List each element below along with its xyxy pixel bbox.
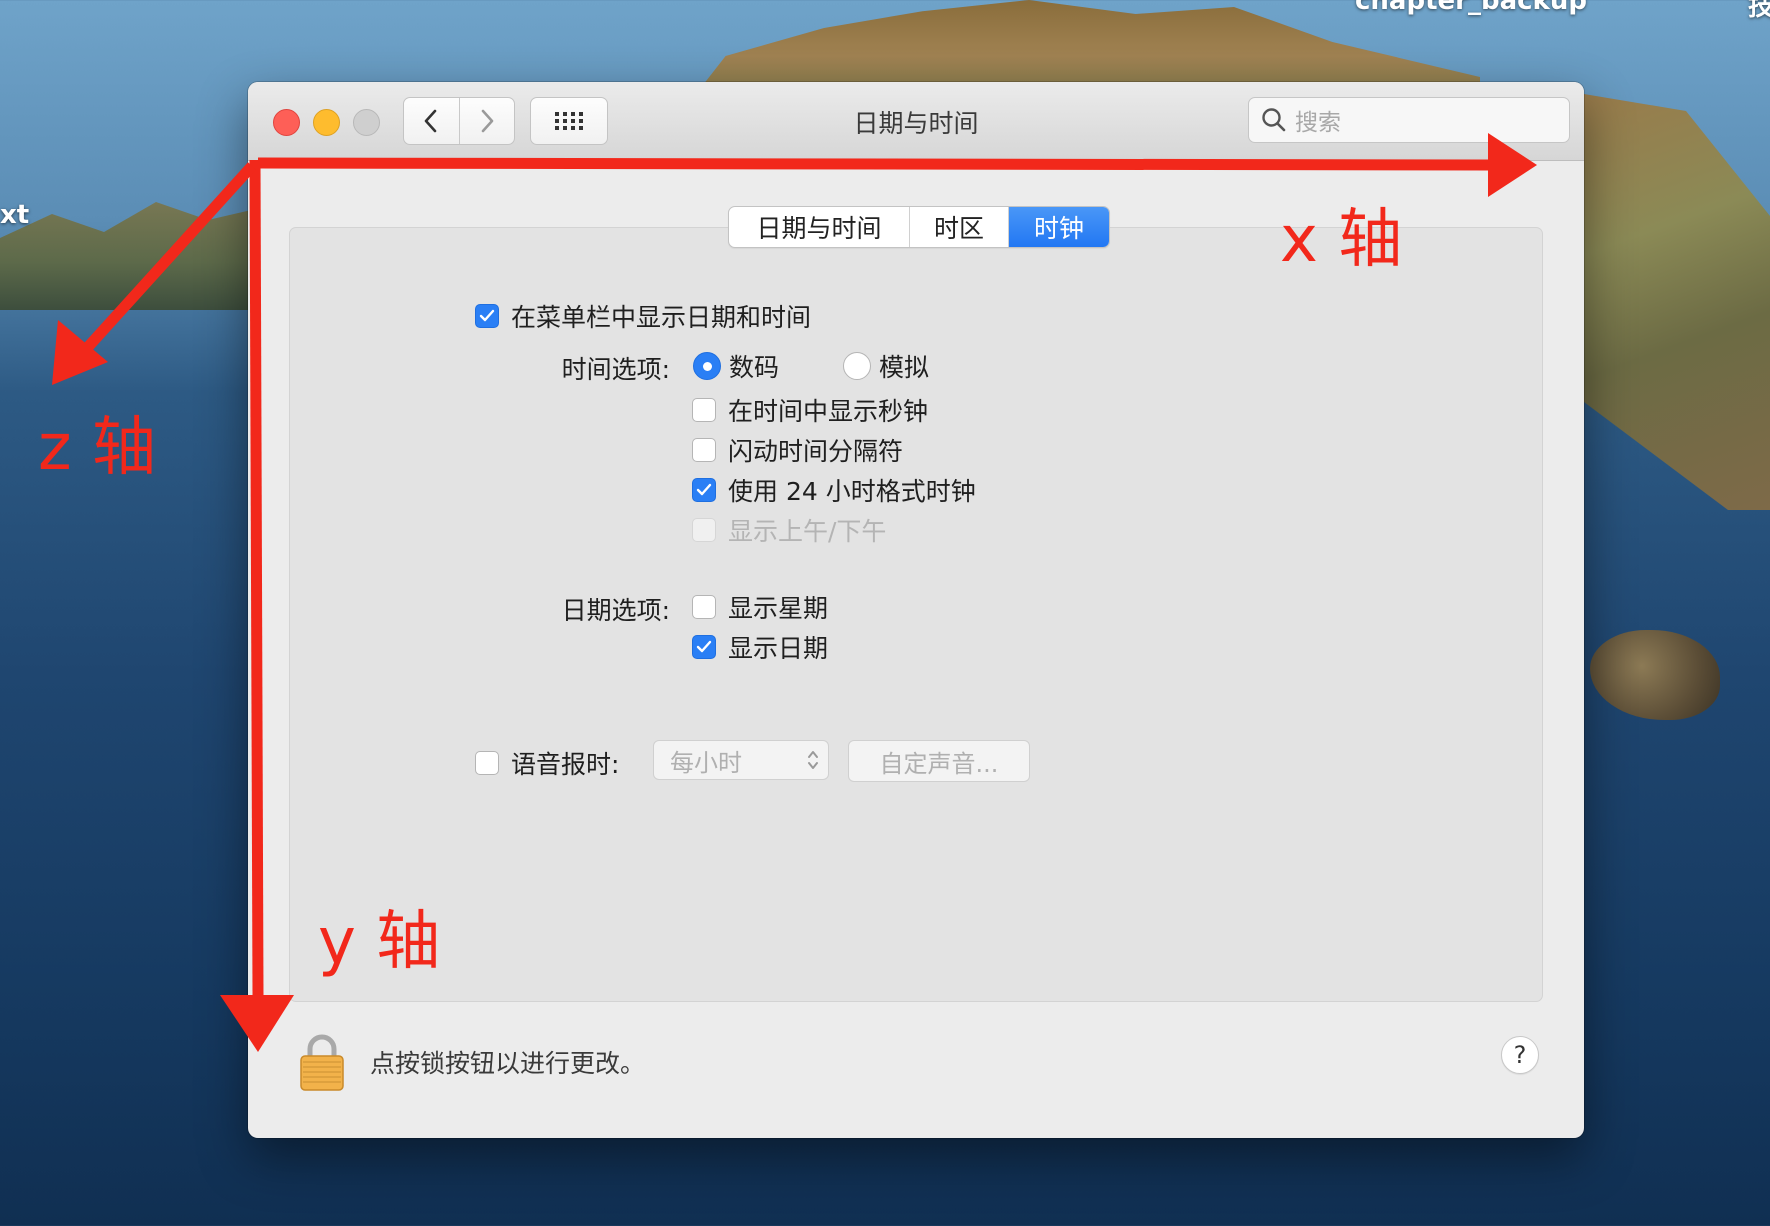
announce-interval-value: 每小时 <box>670 748 742 777</box>
settings-panel <box>289 227 1543 1002</box>
checkmark-icon <box>696 640 712 653</box>
time-options-label: 时间选项: <box>561 355 670 384</box>
chevron-updown-icon <box>808 751 818 769</box>
show-in-menubar-row[interactable]: 在菜单栏中显示日期和时间 <box>475 298 811 334</box>
help-button[interactable]: ? <box>1501 1036 1539 1074</box>
analog-radio[interactable] <box>843 352 871 380</box>
desktop-rock <box>1590 630 1720 720</box>
show-date-row[interactable]: 显示日期 <box>692 629 828 665</box>
analog-label: 模拟 <box>879 353 930 382</box>
lock-icon <box>300 1034 344 1091</box>
show-date-checkbox[interactable] <box>692 635 716 659</box>
show-ampm-row: 显示上午/下午 <box>692 512 886 548</box>
show-weekday-label: 显示星期 <box>728 594 829 623</box>
flash-separators-row[interactable]: 闪动时间分隔符 <box>692 432 903 468</box>
z-axis-arrowhead <box>52 320 108 385</box>
show-ampm-label: 显示上午/下午 <box>728 517 887 546</box>
show-seconds-checkbox[interactable] <box>692 398 716 422</box>
show-date-label: 显示日期 <box>728 634 829 663</box>
search-icon <box>1262 108 1286 132</box>
show-seconds-label: 在时间中显示秒钟 <box>728 397 929 426</box>
desktop-hill <box>0 202 260 310</box>
announce-checkbox[interactable] <box>475 751 499 775</box>
show-ampm-checkbox <box>692 518 716 542</box>
show-weekday-row[interactable]: 显示星期 <box>692 589 828 625</box>
tab-time-zone[interactable]: 时区 <box>910 207 1009 247</box>
show-weekday-checkbox[interactable] <box>692 595 716 619</box>
checkmark-icon <box>479 309 495 322</box>
y-axis-label: y 轴 <box>318 905 441 979</box>
show-in-menubar-label: 在菜单栏中显示日期和时间 <box>511 303 812 332</box>
search-field[interactable]: 搜索 <box>1248 97 1570 143</box>
tab-date-time[interactable]: 日期与时间 <box>729 207 910 247</box>
desktop-icon-label[interactable]: 技 <box>1748 0 1770 23</box>
custom-voice-button: 自定声音... <box>848 740 1030 782</box>
z-axis-label: z 轴 <box>38 411 156 485</box>
x-axis-label: x 轴 <box>1280 203 1403 277</box>
date-options-label: 日期选项: <box>561 596 670 625</box>
desktop-icon-label[interactable]: chapter_backup <box>1355 0 1587 16</box>
lock-hint-text: 点按锁按钮以进行更改。 <box>370 1049 646 1078</box>
desktop-icon-label[interactable]: xt <box>0 200 29 230</box>
desktop-cliff <box>1560 90 1770 510</box>
flash-separators-label: 闪动时间分隔符 <box>728 437 904 466</box>
digital-radio[interactable] <box>693 352 721 380</box>
use-24h-row[interactable]: 使用 24 小时格式时钟 <box>692 472 976 508</box>
announce-label: 语音报时: <box>511 750 620 779</box>
analog-radio-row[interactable]: 模拟 <box>843 348 929 384</box>
flash-separators-checkbox[interactable] <box>692 438 716 462</box>
announce-interval-select: 每小时 <box>653 740 829 780</box>
use-24h-checkbox[interactable] <box>692 478 716 502</box>
checkmark-icon <box>696 483 712 496</box>
tab-bar: 日期与时间 时区 时钟 <box>728 206 1110 248</box>
announce-row[interactable]: 语音报时: <box>475 745 619 781</box>
show-seconds-row[interactable]: 在时间中显示秒钟 <box>692 392 928 428</box>
show-in-menubar-checkbox[interactable] <box>475 304 499 328</box>
use-24h-label: 使用 24 小时格式时钟 <box>728 477 976 506</box>
digital-radio-row[interactable]: 数码 <box>693 348 779 384</box>
tab-clock[interactable]: 时钟 <box>1009 207 1109 247</box>
digital-label: 数码 <box>729 353 780 382</box>
lock-button[interactable] <box>298 1032 346 1096</box>
titlebar: 日期与时间 搜索 <box>248 82 1584 161</box>
search-placeholder: 搜索 <box>1295 110 1341 136</box>
